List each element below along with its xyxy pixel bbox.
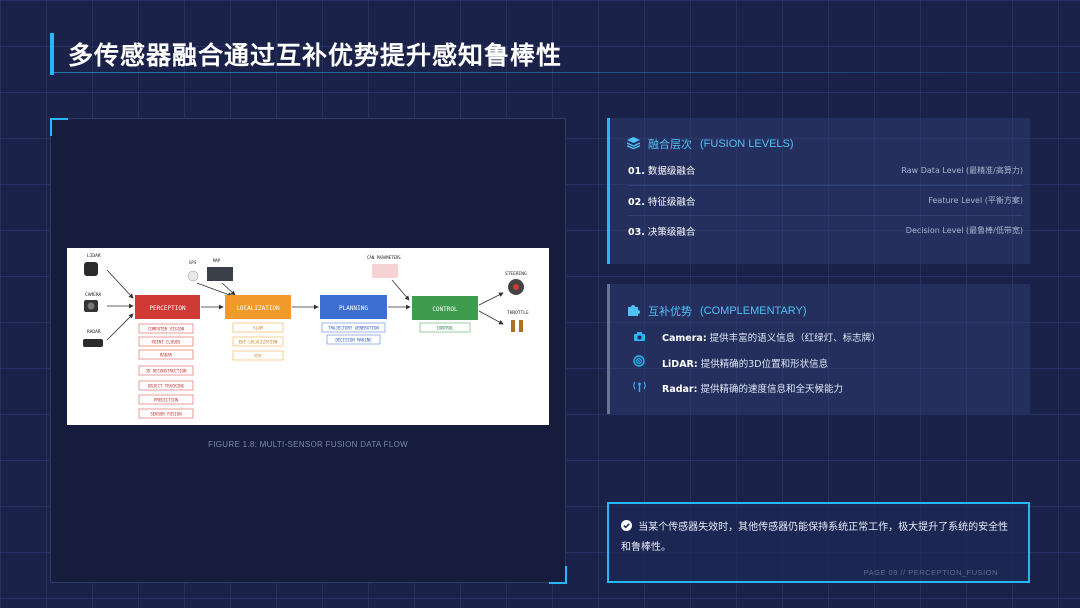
page-title: 多传感器融合通过互补优势提升感知鲁棒性: [68, 41, 563, 70]
sensor-label-camera: CAMERA: [85, 292, 102, 298]
svg-text:STEERING: STEERING: [505, 271, 527, 277]
title-accent-bar: [50, 33, 54, 75]
redundancy-note-panel: 当某个传感器失效时，其他传感器仍能保持系统正常工作，极大提升了系统的安全性和鲁棒…: [607, 502, 1030, 583]
sensor-name: LiDAR:: [662, 358, 698, 370]
fusion-levels-title: 融合层次: [648, 138, 692, 151]
svg-text:PLANNING: PLANNING: [339, 305, 368, 312]
svg-text:CAN PARAMETERS: CAN PARAMETERS: [367, 255, 401, 260]
lidar-icon: [84, 262, 98, 276]
output-steering: STEERING: [505, 271, 527, 295]
svg-text:POINT CLOUDS: POINT CLOUDS: [152, 340, 181, 345]
fusion-levels-subtitle: (FUSION LEVELS): [700, 138, 794, 150]
fusion-level-row: 03. 决策级融合 Decision Level (最鲁棒/低带宽): [628, 215, 1023, 245]
svg-text:THROTTLE: THROTTLE: [507, 310, 529, 316]
puzzle-icon: [626, 303, 640, 319]
svg-text:OBJECT TRACKING: OBJECT TRACKING: [148, 384, 185, 389]
stage-planning: PLANNING TRAJECTORY GENERATION DECISION …: [320, 295, 387, 345]
level-description: Feature Level (平衡方案): [928, 196, 1023, 205]
level-name: 特征级融合: [647, 196, 696, 208]
figure-caption: FIGURE 1.8: MULTI-SENSOR FUSION DATA FLO…: [208, 440, 408, 449]
level-number: 01.: [628, 166, 645, 177]
fusion-levels-panel: 融合层次 (FUSION LEVELS) 01. 数据级融合 Raw Data …: [607, 118, 1030, 264]
complementary-header: 互补优势 (COMPLEMENTARY): [626, 303, 807, 319]
input-gps: GPS: [187, 260, 199, 282]
level-number: 03.: [628, 226, 645, 238]
fusion-level-row: 01. 数据级融合 Raw Data Level (最精准/高算力): [628, 155, 1023, 185]
svg-text:COMPUTER VISION: COMPUTER VISION: [148, 327, 185, 332]
fusion-level-row: 02. 特征级融合 Feature Level (平衡方案): [628, 185, 1023, 215]
sensor-fusion-diagram: LIDAR CAMERA RADAR GPS MAP CAN PARAMETER…: [67, 248, 549, 425]
svg-text:RTK: RTK: [254, 354, 262, 359]
svg-text:GPS: GPS: [189, 260, 197, 265]
complementary-title: 互补优势: [648, 305, 692, 318]
pedal-icon: [511, 320, 515, 332]
corner-bracket-bottom-right: [549, 566, 567, 584]
svg-text:3D RECONSTRUCTION: 3D RECONSTRUCTION: [146, 369, 188, 374]
svg-text:PREDICTION: PREDICTION: [154, 398, 179, 403]
input-map: MAP: [207, 258, 233, 281]
svg-text:SENSOR FUSION: SENSOR FUSION: [150, 412, 182, 417]
level-description: Decision Level (最鲁棒/低带宽): [905, 226, 1023, 235]
level-name: 数据级融合: [647, 166, 696, 177]
sensor-name: Radar:: [662, 383, 698, 395]
complementary-subtitle: (COMPLEMENTARY): [700, 305, 807, 317]
stage-control: CONTROL CONTROL: [412, 296, 478, 333]
svg-text:SLAM: SLAM: [253, 326, 263, 331]
redundancy-note-text: 当某个传感器失效时，其他传感器仍能保持系统正常工作，极大提升了系统的安全性和鲁棒…: [621, 522, 1009, 553]
layers-icon: [626, 136, 640, 152]
redundancy-note: 当某个传感器失效时，其他传感器仍能保持系统正常工作，极大提升了系统的安全性和鲁棒…: [621, 518, 1016, 558]
output-throttle: THROTTLE: [507, 310, 529, 332]
sensor-description: 提供精确的速度信息和全天候能力: [700, 383, 843, 395]
complementary-item: Radar: 提供精确的速度信息和全天候能力: [632, 380, 843, 395]
lidar-icon: [632, 355, 646, 370]
sensor-label-radar: RADAR: [87, 329, 101, 335]
svg-text:CONTROL: CONTROL: [432, 306, 458, 313]
level-description: Raw Data Level (最精准/高算力): [901, 165, 1023, 175]
title-divider: [54, 72, 1080, 73]
sensor-description: 提供丰富的语义信息（红绿灯、标志牌）: [709, 333, 881, 344]
sensor-camera: CAMERA: [84, 292, 102, 312]
svg-text:MAP: MAP: [213, 258, 221, 263]
complementary-panel: 互补优势 (COMPLEMENTARY) Camera: 提供丰富的语义信息（红…: [607, 284, 1030, 414]
svg-text:CONTROL: CONTROL: [437, 326, 454, 331]
svg-text:DECISION MAKING: DECISION MAKING: [335, 338, 372, 343]
stage-localization: LOCALIZATION SLAM EKF LOCALIZATION RTK: [225, 295, 291, 361]
level-name: 决策级融合: [647, 226, 696, 238]
svg-text:EKF LOCALIZATION: EKF LOCALIZATION: [239, 340, 278, 345]
complementary-item: Camera: 提供丰富的语义信息（红绿灯、标志牌）: [632, 330, 881, 344]
page-label: PAGE 09 // PERCEPTION_FUSION: [863, 568, 998, 577]
radar-icon: [83, 339, 103, 347]
svg-text:RADAR: RADAR: [160, 353, 173, 358]
sensor-description: 提供精确的3D位置和形状信息: [700, 358, 829, 370]
sensor-label-lidar: LIDAR: [87, 253, 101, 259]
input-can-parameters: CAN PARAMETERS: [367, 255, 401, 278]
sensor-name: Camera:: [662, 333, 707, 344]
svg-text:PERCEPTION: PERCEPTION: [149, 305, 186, 312]
svg-text:LOCALIZATION: LOCALIZATION: [236, 305, 280, 312]
radar-icon: [632, 380, 646, 395]
svg-text:TRAJECTORY GENERATION: TRAJECTORY GENERATION: [328, 326, 379, 331]
check-circle-icon: [621, 520, 635, 533]
level-number: 02.: [628, 196, 645, 208]
fusion-levels-header: 融合层次 (FUSION LEVELS): [626, 136, 794, 152]
stage-perception: PERCEPTION COMPUTER VISION POINT CLOUDS …: [135, 295, 200, 419]
camera-icon: [632, 330, 646, 344]
corner-bracket-top-left: [50, 118, 68, 136]
complementary-item: LiDAR: 提供精确的3D位置和形状信息: [632, 355, 828, 370]
sensor-lidar: LIDAR: [84, 253, 101, 276]
sensor-radar: RADAR: [83, 329, 103, 347]
